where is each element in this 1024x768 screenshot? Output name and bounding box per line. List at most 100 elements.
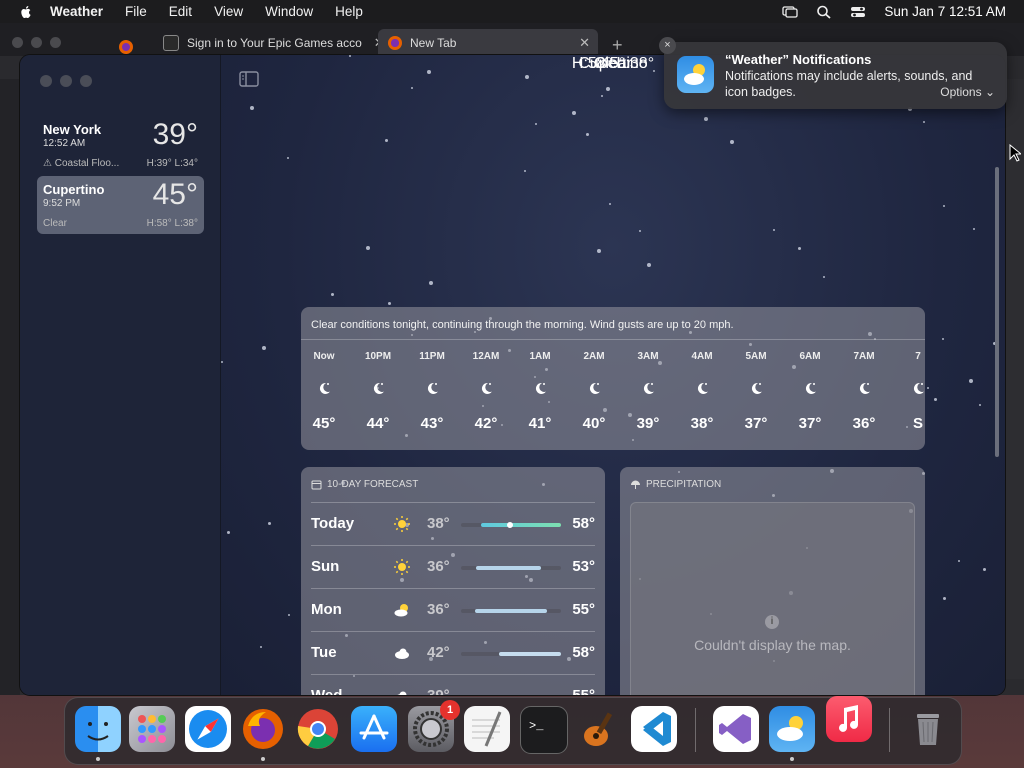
sidebar-city-new-york[interactable]: New York 12:52 AM 39° ⚠ Coastal Floo... … (37, 116, 204, 174)
terminal-icon[interactable]: >_ (520, 706, 568, 754)
menu-edit[interactable]: Edit (169, 4, 192, 19)
new-tab-icon[interactable]: + (612, 35, 623, 56)
menu-app-name[interactable]: Weather (50, 4, 103, 19)
city-condition: ⚠ Coastal Floo... (43, 158, 120, 169)
control-center-icon[interactable] (850, 5, 866, 19)
running-indicator (96, 757, 100, 761)
menu-window[interactable]: Window (265, 4, 313, 19)
forecast-row[interactable]: Mon 36° 55° (311, 588, 595, 631)
browser-sidebar-edge (0, 79, 20, 695)
forecast-row[interactable]: Today 38° 58° (311, 502, 595, 545)
firefox-icon[interactable] (240, 706, 286, 752)
menu-help[interactable]: Help (335, 4, 363, 19)
hour-temp: 40° (582, 415, 606, 432)
star-decoration (586, 133, 589, 136)
hourly-item: 3AM 39° (621, 351, 675, 432)
ten-day-forecast-panel[interactable]: 10-DAY FORECAST Today 38° 58° Sun 36° 53° Mon 3… (301, 467, 605, 695)
hour-temp: 36° (852, 415, 876, 432)
star-decoration (927, 387, 929, 389)
forecast-day: Today (311, 515, 355, 532)
hour-temp: 39° (636, 415, 660, 432)
spotlight-search-icon[interactable] (816, 5, 832, 19)
menu-view[interactable]: View (214, 4, 243, 19)
sidebar-toggle-icon[interactable] (239, 71, 259, 87)
umbrella-icon (631, 480, 640, 489)
hourly-item: Now 45° (301, 351, 351, 432)
safari-icon[interactable] (185, 706, 231, 752)
star-decoration (250, 106, 254, 110)
visual-studio-code-icon[interactable] (631, 706, 677, 752)
partly-cloudy-icon (394, 604, 408, 617)
hour-label: 1AM (529, 351, 551, 362)
tab-epic-games[interactable]: Sign in to Your Epic Games acco ✕ (163, 29, 385, 56)
city-name: Cupertino (43, 182, 105, 197)
star-decoration (385, 139, 388, 142)
screen-mirroring-icon[interactable] (782, 5, 799, 19)
star-decoration (411, 87, 413, 89)
menu-clock[interactable]: Sun Jan 7 12:51 AM (884, 4, 1006, 19)
notification-close-button[interactable]: × (659, 37, 676, 54)
launchpad-icon[interactable] (129, 706, 175, 752)
hour-temp: 37° (798, 415, 822, 432)
forecast-low: 42° (427, 644, 450, 661)
star-decoration (973, 228, 975, 230)
forecast-row[interactable]: Tue 42° 58° (311, 631, 595, 674)
precipitation-panel[interactable]: PRECIPITATION i Couldn't display the map… (620, 467, 925, 695)
city-name: New York (43, 122, 102, 137)
forecast-title-text: 10-DAY FORECAST (327, 479, 419, 490)
star-decoration (943, 597, 946, 600)
garageband-icon[interactable] (576, 706, 622, 752)
scrollbar[interactable] (995, 167, 999, 457)
precipitation-map[interactable]: i Couldn't display the map. (630, 502, 915, 695)
textedit-icon[interactable] (464, 706, 510, 752)
hour-temp: 44° (366, 415, 390, 432)
forecast-high: 55° (572, 601, 595, 618)
running-indicator (261, 757, 265, 761)
hour-label: 12AM (472, 351, 500, 362)
sidebar-city-cupertino[interactable]: Cupertino 9:52 PM 45° Clear H:58° L:38° (37, 176, 204, 234)
finder-icon[interactable] (75, 706, 121, 752)
moon-stars-icon (589, 382, 600, 394)
forecast-row[interactable]: Sun 36° 53° (311, 545, 595, 588)
star-decoration (923, 121, 925, 123)
trash-icon[interactable] (905, 706, 951, 752)
hourly-item: 4AM 38° (675, 351, 729, 432)
weather-notification[interactable]: × “Weather” Notifications Notifications … (659, 37, 1007, 109)
firefox-view-icon[interactable] (118, 39, 134, 55)
close-tab-icon[interactable]: ✕ (579, 35, 590, 51)
forecast-title: 10-DAY FORECAST (311, 479, 418, 490)
chrome-icon[interactable] (295, 706, 341, 752)
forecast-low: 39° (427, 687, 450, 695)
star-decoration (288, 614, 290, 616)
weather-dock-icon[interactable] (769, 706, 815, 752)
firefox-favicon (388, 35, 402, 50)
forecast-high: 58° (572, 644, 595, 661)
hour-label: 11PM (419, 351, 445, 362)
star-decoration (983, 568, 986, 571)
music-icon[interactable] (826, 696, 872, 742)
close-window-button[interactable] (40, 75, 52, 87)
city-high-low: H:58° L:38° (146, 218, 198, 229)
temperature-range-bar (461, 566, 561, 570)
forecast-row[interactable]: Wed 39° 55° (311, 674, 595, 695)
star-decoration (260, 646, 262, 648)
notification-options-button[interactable]: Options ⌄ (940, 85, 995, 99)
star-decoration (535, 123, 537, 125)
forecast-day: Wed (311, 687, 342, 695)
hourly-summary: Clear conditions tonight, continuing thr… (311, 319, 734, 331)
visual-studio-icon[interactable] (713, 706, 759, 752)
menu-file[interactable]: File (125, 4, 147, 19)
apple-menu-icon[interactable] (18, 4, 34, 20)
tab-new-tab[interactable]: New Tab ✕ (378, 29, 598, 56)
hourly-forecast-panel[interactable]: Clear conditions tonight, continuing thr… (301, 307, 925, 450)
zoom-window-button[interactable] (80, 75, 92, 87)
moon-stars-icon (535, 382, 546, 394)
weather-glyph-icon (684, 64, 705, 85)
hour-temp: 43° (420, 415, 444, 432)
minimize-window-button[interactable] (60, 75, 72, 87)
tab-label: New Tab (410, 35, 457, 50)
app-store-icon[interactable] (351, 706, 397, 752)
star-decoration (287, 157, 289, 159)
system-settings-icon[interactable]: 1 (408, 700, 460, 752)
star-decoration (331, 293, 334, 296)
